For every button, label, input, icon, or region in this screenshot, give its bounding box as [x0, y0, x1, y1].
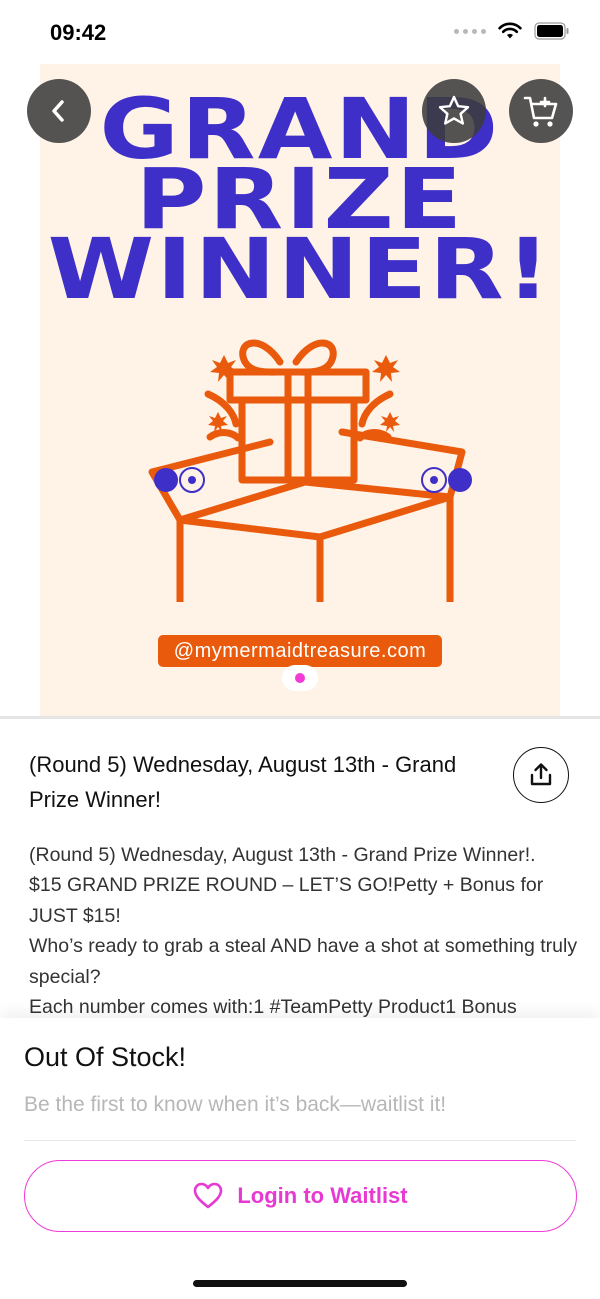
- wifi-icon: [498, 22, 522, 39]
- sheet-divider: [24, 1140, 576, 1141]
- back-button[interactable]: [27, 79, 91, 143]
- chevron-left-icon: [52, 100, 64, 122]
- product-image-carousel[interactable]: GRAND PRIZE WINNER! @mymermaidtreasure.c…: [0, 64, 600, 716]
- description-line: (Round 5) Wednesday, August 13th - Grand…: [29, 844, 536, 866]
- section-divider: [0, 716, 600, 719]
- cart-icon: [523, 96, 558, 127]
- home-indicator: [193, 1280, 407, 1287]
- product-image: GRAND PRIZE WINNER! @mymermaidtreasure.c…: [40, 64, 560, 716]
- description-line: Who’s ready to grab a steal AND have a s…: [29, 935, 578, 988]
- heart-icon: [194, 1182, 223, 1209]
- product-title: (Round 5) Wednesday, August 13th - Grand…: [29, 752, 457, 812]
- signal-dots-icon: [454, 28, 486, 34]
- waitlist-button-label: Login to Waitlist: [237, 1183, 408, 1208]
- poster-headline-line: WINNER!: [47, 220, 553, 318]
- waitlist-sheet: Out Of Stock! Be the first to know when …: [0, 1018, 600, 1299]
- status-bar: 09:42: [0, 0, 600, 64]
- stock-status-subtitle: Be the first to know when it’s back—wait…: [24, 1093, 447, 1116]
- battery-icon: [534, 22, 569, 40]
- login-to-waitlist-button[interactable]: Login to Waitlist: [24, 1160, 577, 1232]
- share-button[interactable]: [513, 747, 569, 803]
- handle-tag: @mymermaidtreasure.com: [158, 635, 442, 667]
- share-icon: [530, 763, 552, 786]
- cart-button[interactable]: [509, 79, 573, 143]
- carousel-dot-active: [295, 673, 305, 683]
- stock-status-title: Out Of Stock!: [24, 1042, 187, 1072]
- product-description: (Round 5) Wednesday, August 13th - Grand…: [29, 840, 579, 1018]
- favorite-button[interactable]: [422, 79, 486, 143]
- status-icons: [454, 22, 570, 40]
- description-line: Each number comes with:1 #TeamPetty Prod…: [29, 996, 517, 1018]
- gift-box-illustration: [148, 339, 472, 602]
- star-icon: [438, 95, 470, 125]
- description-line: $15 GRAND PRIZE ROUND – LET’S GO!Petty +…: [29, 874, 544, 927]
- status-time: 09:42: [50, 20, 107, 45]
- carousel-page-indicator: [282, 665, 318, 691]
